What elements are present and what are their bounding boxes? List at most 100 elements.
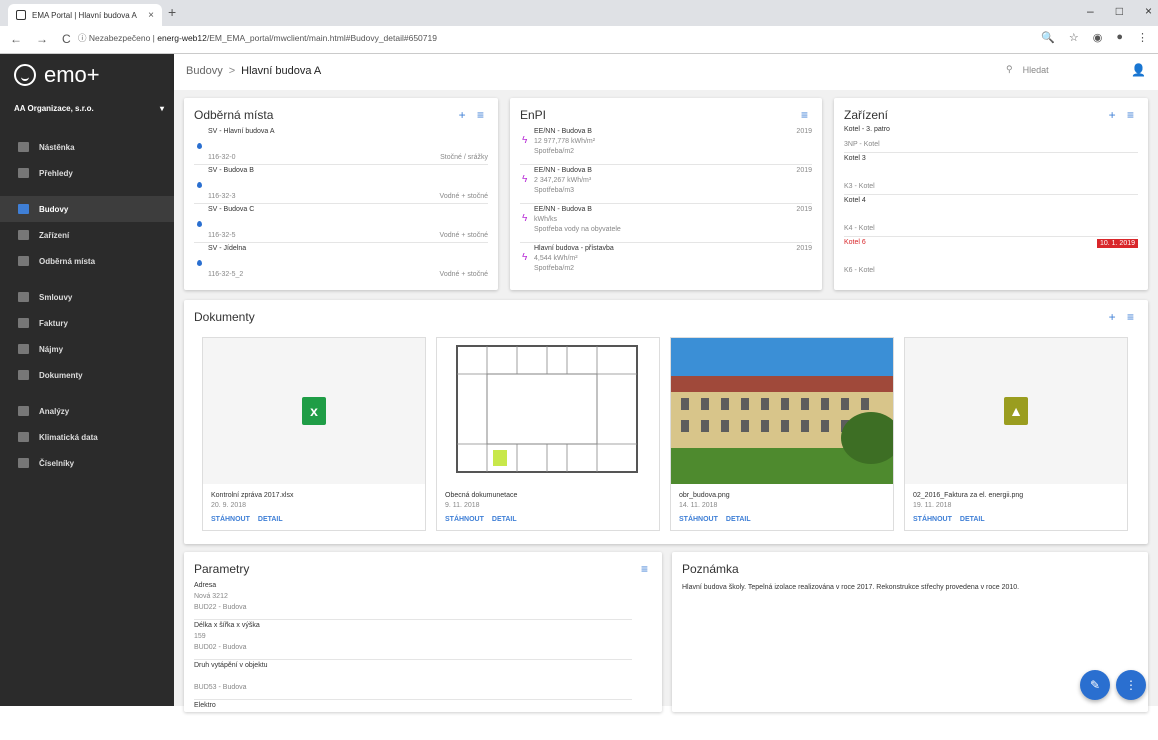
- document-card[interactable]: obr_budova.png 14. 11. 2018 STÁHNOUT DETA…: [670, 337, 894, 531]
- list-item[interactable]: ϟ EE/NN - Budova B 12 977,778 kWh/m² Spotře…: [520, 126, 812, 165]
- organization-selector[interactable]: AA Organizace, s.r.o. ▾: [14, 104, 164, 113]
- new-tab-button[interactable]: +: [168, 4, 176, 20]
- card-actions[interactable]: + ≡: [1109, 310, 1138, 324]
- favicon-icon: [16, 10, 26, 20]
- list-item[interactable]: Kotel - 3. patro 3NP - Kotel: [844, 124, 1138, 153]
- nav-buttons: ← → C: [10, 32, 71, 46]
- parameter-row[interactable]: Elektro: [194, 700, 632, 740]
- sidebar-item-budovy[interactable]: Budovy: [0, 196, 174, 222]
- sidebar-item-faktury[interactable]: Faktury: [0, 310, 174, 336]
- breadcrumb-budovy[interactable]: Budovy: [186, 65, 223, 77]
- url-field[interactable]: ⓘ Nezabezpečeno | energ-web12/EM_EMA_por…: [78, 32, 437, 44]
- extension-icon[interactable]: ◉: [1093, 31, 1103, 44]
- sidebar-item-najmy[interactable]: Nájmy: [0, 336, 174, 362]
- sidebar-item-analyzy[interactable]: Analýzy: [0, 398, 174, 424]
- download-link[interactable]: STÁHNOUT: [679, 516, 718, 523]
- item-title: SV - Budova B: [208, 167, 254, 174]
- item-code: 3NP - Kotel: [844, 141, 880, 148]
- document-card[interactable]: ▲ 02_2016_Faktura za el. energii.png 19.…: [904, 337, 1128, 531]
- close-window-button[interactable]: ×: [1145, 4, 1152, 18]
- document-card[interactable]: x Kontrolní zpráva 2017.xlsx 20. 9. 2018…: [202, 337, 426, 531]
- sidebar-item-label: Budovy: [39, 204, 69, 214]
- parameter-row[interactable]: Délka x šířka x výška 159 BUD02 - Budova: [194, 620, 632, 660]
- item-code: K3 - Kotel: [844, 183, 875, 190]
- document-date: 9. 11. 2018: [445, 502, 480, 509]
- item-title: Kotel 3: [844, 155, 866, 162]
- document-icon: [18, 370, 29, 380]
- item-year: 2019: [796, 167, 812, 174]
- sidebar-item-klimaticka-data[interactable]: Klimatická data: [0, 424, 174, 450]
- detail-link[interactable]: DETAIL: [960, 516, 985, 523]
- document-card[interactable]: Obecná dokumunetace 9. 11. 2018 STÁHNOUT…: [436, 337, 660, 531]
- building-photo-thumbnail: [671, 338, 893, 484]
- download-link[interactable]: STÁHNOUT: [211, 516, 250, 523]
- list-item[interactable]: Kotel 6 10. 1. 2019 K6 - Kotel: [844, 237, 1138, 279]
- item-type: Stočné / srážky: [440, 154, 488, 161]
- card-zarizeni: Zařízení + ≡ Kotel - 3. patro 3NP - Kotel…: [834, 98, 1148, 290]
- list-item[interactable]: ϟ EE/NN - Budova B kWh/ks Spotřeba vody na …: [520, 204, 812, 243]
- search-box[interactable]: ⚲ Hledat: [1006, 64, 1049, 75]
- list-item[interactable]: ϟ EE/NN - Budova B 2 347,267 kWh/m³ Spotřeb…: [520, 165, 812, 204]
- reload-button[interactable]: C: [62, 32, 71, 46]
- more-vert-icon: ⋮: [1125, 678, 1137, 692]
- sidebar-item-nastenka[interactable]: Nástěnka: [0, 134, 174, 160]
- back-button[interactable]: ←: [10, 32, 22, 46]
- card-title: Poznámka: [682, 562, 739, 576]
- item-unit: Spotřeba/m2: [534, 265, 575, 272]
- more-button[interactable]: ⋮: [1116, 670, 1146, 700]
- download-link[interactable]: STÁHNOUT: [445, 516, 484, 523]
- download-link[interactable]: STÁHNOUT: [913, 516, 952, 523]
- sidebar-item-label: Smlouvy: [39, 292, 73, 302]
- list-item[interactable]: SV - Jídelna 116-32-5_2 Vodné + stočné: [194, 243, 488, 282]
- parameter-row[interactable]: Adresa Nová 3212 BUD22 - Budova: [194, 580, 632, 620]
- list-item[interactable]: Kotel 4 K4 - Kotel: [844, 195, 1138, 237]
- url-host: energ-web12: [157, 33, 207, 43]
- card-actions[interactable]: ≡: [641, 562, 652, 576]
- list-item[interactable]: ϟ Hlavní budova - přístavba 4,544 kWh/m² Sp…: [520, 243, 812, 282]
- list-item[interactable]: SV - Hlavní budova A 116-32-0 Stočné / srá…: [194, 126, 488, 165]
- list-item[interactable]: Kotel 3 K3 - Kotel: [844, 153, 1138, 195]
- minimize-button[interactable]: –: [1087, 4, 1094, 18]
- sidebar-item-prehledy[interactable]: Přehledy: [0, 160, 174, 186]
- excel-file-icon: x: [302, 397, 326, 425]
- profile-icon[interactable]: ●: [1116, 31, 1123, 44]
- sidebar-item-ciselniky[interactable]: Číselníky: [0, 450, 174, 476]
- search-input[interactable]: Hledat: [1023, 65, 1049, 75]
- card-actions[interactable]: + ≡: [1109, 108, 1138, 122]
- card-actions[interactable]: ≡: [801, 108, 812, 122]
- user-icon[interactable]: 👤: [1131, 63, 1146, 77]
- device-icon: [18, 230, 29, 240]
- detail-link[interactable]: DETAIL: [726, 516, 751, 523]
- sidebar-item-smlouvy[interactable]: Smlouvy: [0, 284, 174, 310]
- edit-button[interactable]: ✎: [1080, 670, 1110, 700]
- sidebar-item-zarizeni[interactable]: Zařízení: [0, 222, 174, 248]
- param-code: BUD53 - Budova: [194, 684, 247, 691]
- tab-close-icon[interactable]: ×: [148, 10, 154, 21]
- security-indicator[interactable]: ⓘ Nezabezpečeno |: [78, 33, 155, 43]
- item-title: EE/NN - Budova B: [534, 167, 592, 174]
- list-item[interactable]: SV - Budova B 116-32-3 Vodné + stočné: [194, 165, 488, 204]
- detail-link[interactable]: DETAIL: [492, 516, 517, 523]
- menu-icon[interactable]: ⋮: [1137, 31, 1148, 44]
- sidebar-item-label: Dokumenty: [39, 370, 83, 380]
- item-unit: Spotřeba/m2: [534, 148, 575, 155]
- list-item[interactable]: SV - Budova C 116-32-5 Vodné + stočné: [194, 204, 488, 243]
- sidebar-item-odberna-mista[interactable]: Odběrná místa: [0, 248, 174, 274]
- parameter-row[interactable]: Druh vytápění v objektu BUD53 - Budova: [194, 660, 632, 700]
- window-controls: – □ ×: [1087, 4, 1152, 18]
- table-icon: [18, 458, 29, 468]
- star-icon[interactable]: ☆: [1069, 31, 1079, 44]
- browser-tab[interactable]: EMA Portal | Hlavní budova A ×: [8, 4, 162, 26]
- maximize-button[interactable]: □: [1116, 4, 1123, 18]
- detail-link[interactable]: DETAIL: [258, 516, 283, 523]
- sidebar-item-dokumenty[interactable]: Dokumenty: [0, 362, 174, 388]
- forward-button[interactable]: →: [36, 32, 48, 46]
- item-title: EE/NN - Budova B: [534, 128, 592, 135]
- card-enpi: EnPI ≡ ϟ EE/NN - Budova B 12 977,778 kWh/m…: [510, 98, 822, 290]
- card-actions[interactable]: + ≡: [459, 108, 488, 122]
- water-drop-icon: [197, 143, 202, 149]
- org-name: AA Organizace, s.r.o.: [14, 104, 94, 113]
- app-logo[interactable]: emo+: [14, 62, 100, 88]
- document-name: obr_budova.png: [679, 492, 730, 499]
- zoom-icon[interactable]: 🔍: [1041, 31, 1055, 44]
